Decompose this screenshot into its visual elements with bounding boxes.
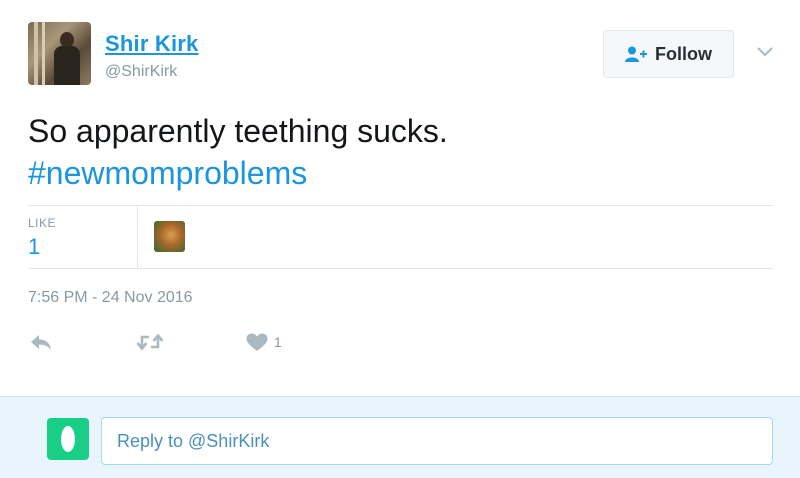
like-action[interactable]: 1 <box>246 330 282 354</box>
avatar-tree <box>34 22 38 85</box>
reply-user-avatar <box>47 418 89 460</box>
reply-action[interactable] <box>30 330 52 354</box>
author-name[interactable]: Shir Kirk <box>105 31 199 57</box>
reply-bar <box>0 396 800 478</box>
heart-icon <box>246 333 268 351</box>
like-stat-label: LIKE <box>28 216 57 230</box>
divider <box>28 268 773 269</box>
avatar-figure-body <box>54 46 80 85</box>
chevron-down-icon[interactable] <box>756 44 774 58</box>
hashtag-link[interactable]: #newmomproblems <box>28 152 448 194</box>
tweet-card: Shir Kirk @ShirKirk Follow So apparently… <box>0 0 800 396</box>
liker-avatar[interactable] <box>154 221 185 252</box>
egg-icon <box>61 426 75 452</box>
author-avatar[interactable] <box>28 22 91 85</box>
follow-label: Follow <box>655 43 712 64</box>
like-stat-count[interactable]: 1 <box>28 234 40 260</box>
tweet-timestamp[interactable]: 7:56 PM - 24 Nov 2016 <box>28 289 193 307</box>
reply-input[interactable] <box>101 417 773 465</box>
divider <box>28 205 773 206</box>
like-action-count: 1 <box>274 334 282 350</box>
divider <box>137 206 138 268</box>
author-handle[interactable]: @ShirKirk <box>105 63 177 81</box>
retweet-icon <box>136 333 164 351</box>
follow-button[interactable]: Follow <box>603 30 734 78</box>
tweet-body: So apparently teething sucks. <box>28 113 448 149</box>
tweet-text: So apparently teething sucks. #newmompro… <box>28 110 448 194</box>
retweet-action[interactable] <box>136 330 164 354</box>
reply-icon <box>31 335 51 350</box>
add-user-icon <box>625 46 647 62</box>
avatar-tree <box>42 22 45 85</box>
